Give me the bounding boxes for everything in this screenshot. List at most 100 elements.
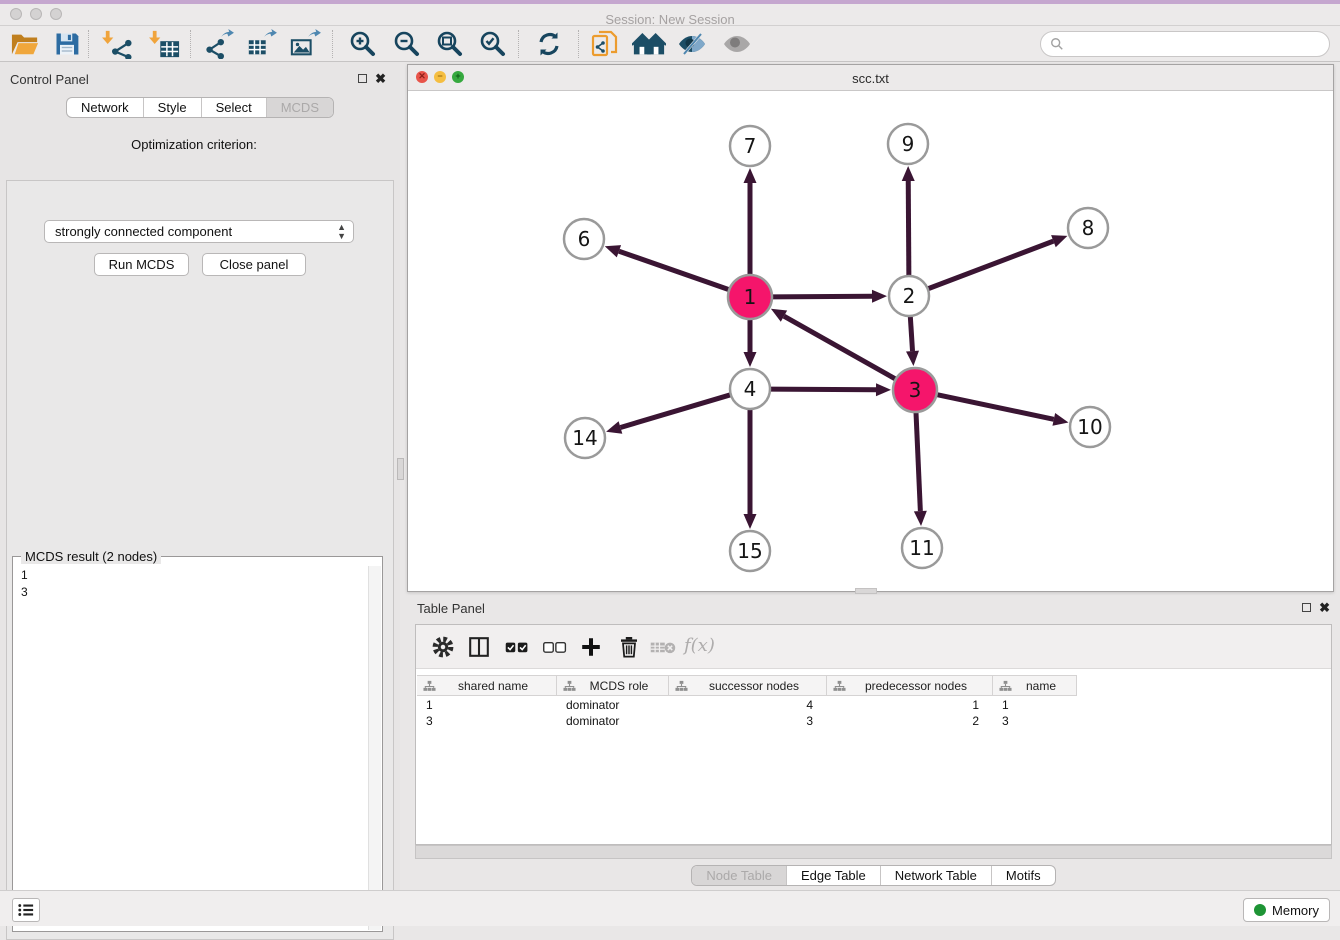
table-panel: Table Panel ✖: [407, 594, 1340, 890]
home-icon[interactable]: [632, 29, 666, 59]
cell-successor-nodes[interactable]: 4: [669, 697, 827, 713]
column-header-successor-nodes[interactable]: successor nodes: [669, 675, 827, 696]
graph-node-label-10: 10: [1077, 415, 1102, 439]
zoom-in-icon[interactable]: [345, 29, 379, 59]
edge-arrowhead: [744, 514, 757, 529]
unselect-all-icon[interactable]: [540, 632, 570, 662]
graph-edge-3-10[interactable]: [937, 395, 1054, 420]
tab-style[interactable]: Style: [143, 98, 201, 117]
cell-MCDS-role[interactable]: dominator: [557, 713, 669, 729]
table-row[interactable]: 3dominator323: [417, 713, 1077, 729]
toolbar-separator: [190, 30, 191, 58]
control-panel: Control Panel ✖ NetworkStyleSelectMCDS O…: [0, 62, 400, 890]
task-history-button[interactable]: [12, 898, 40, 922]
graph-node-label-15: 15: [737, 539, 762, 563]
tab-network[interactable]: Network: [67, 98, 143, 117]
memory-button[interactable]: Memory: [1243, 898, 1330, 922]
graph-edge-2-3[interactable]: [910, 316, 912, 351]
graph-edge-3-11[interactable]: [916, 412, 920, 511]
graph-node-label-4: 4: [744, 377, 757, 401]
app-titlebar: Session: New Session: [0, 4, 1340, 26]
clone-network-icon[interactable]: [588, 29, 622, 59]
close-panel-icon[interactable]: ✖: [375, 72, 386, 85]
table-row[interactable]: 1dominator411: [417, 697, 1077, 713]
status-bar: Memory: [0, 890, 1340, 926]
float-panel-icon[interactable]: [358, 74, 367, 83]
delete-table-icon[interactable]: [648, 632, 678, 662]
import-table-icon[interactable]: [148, 29, 182, 59]
close-table-panel-icon[interactable]: ✖: [1319, 601, 1330, 614]
close-panel-button[interactable]: Close panel: [202, 253, 306, 276]
cell-shared-name[interactable]: 3: [417, 713, 557, 729]
export-table-icon[interactable]: [244, 29, 278, 59]
cell-name[interactable]: 1: [993, 697, 1077, 713]
run-mcds-button[interactable]: Run MCDS: [94, 253, 189, 276]
graph-node-label-11: 11: [909, 536, 934, 560]
edge-arrowhead: [606, 421, 622, 433]
import-network-icon[interactable]: [101, 29, 135, 59]
zoom-out-icon[interactable]: [389, 29, 423, 59]
column-header-predecessor-nodes[interactable]: predecessor nodes: [827, 675, 993, 696]
tab-select[interactable]: Select: [201, 98, 266, 117]
cell-predecessor-nodes[interactable]: 1: [827, 697, 993, 713]
toolbar-separator: [518, 30, 519, 58]
tab-mcds[interactable]: MCDS: [266, 98, 333, 117]
criterion-dropdown[interactable]: strongly connected component ▲▼: [44, 220, 354, 243]
graph-edge-4-14[interactable]: [620, 395, 730, 428]
memory-label: Memory: [1272, 903, 1319, 918]
toolbar-separator: [332, 30, 333, 58]
search-input[interactable]: [1064, 34, 1329, 54]
network-graph-canvas[interactable]: 7968124314101511: [408, 91, 1333, 591]
select-all-icon[interactable]: [502, 632, 532, 662]
cell-successor-nodes[interactable]: 3: [669, 713, 827, 729]
graph-edge-3-1[interactable]: [784, 316, 896, 379]
function-builder-icon[interactable]: f(x): [684, 635, 715, 656]
cell-shared-name[interactable]: 1: [417, 697, 557, 713]
graph-edge-1-6[interactable]: [619, 251, 729, 290]
graph-node-label-1: 1: [744, 285, 757, 309]
graph-edge-2-9[interactable]: [908, 181, 909, 276]
export-image-icon[interactable]: [288, 29, 322, 59]
zoom-selected-icon[interactable]: [475, 29, 509, 59]
result-scrollbar[interactable]: [368, 566, 381, 930]
column-header-name[interactable]: name: [993, 675, 1077, 696]
control-panel-title: Control Panel: [10, 72, 89, 87]
save-session-icon[interactable]: [50, 29, 84, 59]
cell-MCDS-role[interactable]: dominator: [557, 697, 669, 713]
hide-eye-icon[interactable]: [675, 29, 709, 59]
tab-motifs[interactable]: Motifs: [991, 866, 1055, 885]
add-row-icon[interactable]: [576, 632, 606, 662]
tree-icon: [833, 680, 846, 692]
float-table-panel-icon[interactable]: [1302, 603, 1311, 612]
tab-edge-table[interactable]: Edge Table: [786, 866, 880, 885]
open-session-icon[interactable]: [8, 29, 42, 59]
zoom-fit-icon[interactable]: [432, 29, 466, 59]
refresh-layout-icon[interactable]: [532, 29, 566, 59]
tree-icon: [999, 680, 1012, 692]
graph-node-label-8: 8: [1082, 216, 1095, 240]
search-field[interactable]: [1040, 31, 1330, 57]
column-header-shared-name[interactable]: shared name: [417, 675, 557, 696]
vertical-splitter-handle[interactable]: [397, 458, 404, 480]
tab-node-table[interactable]: Node Table: [692, 866, 786, 885]
column-header-MCDS-role[interactable]: MCDS role: [557, 675, 669, 696]
graph-edge-4-3[interactable]: [770, 389, 876, 390]
table-settings-gear-icon[interactable]: [428, 632, 458, 662]
edge-arrowhead: [744, 168, 757, 183]
edge-arrowhead: [605, 245, 621, 257]
delete-row-icon[interactable]: [614, 632, 644, 662]
table-scrollbar[interactable]: [415, 845, 1332, 859]
export-network-icon[interactable]: [201, 29, 235, 59]
cell-name[interactable]: 3: [993, 713, 1077, 729]
show-columns-icon[interactable]: [464, 632, 494, 662]
tab-network-table[interactable]: Network Table: [880, 866, 991, 885]
graph-node-label-9: 9: [902, 132, 915, 156]
cell-predecessor-nodes[interactable]: 2: [827, 713, 993, 729]
show-eye-icon[interactable]: [720, 29, 754, 59]
table-panel-title: Table Panel: [417, 601, 485, 616]
chevron-up-down-icon: ▲▼: [337, 223, 346, 241]
graph-edge-2-8[interactable]: [928, 241, 1054, 289]
search-icon: [1050, 37, 1064, 51]
edge-arrowhead: [872, 290, 887, 303]
graph-edge-1-2[interactable]: [772, 296, 872, 297]
